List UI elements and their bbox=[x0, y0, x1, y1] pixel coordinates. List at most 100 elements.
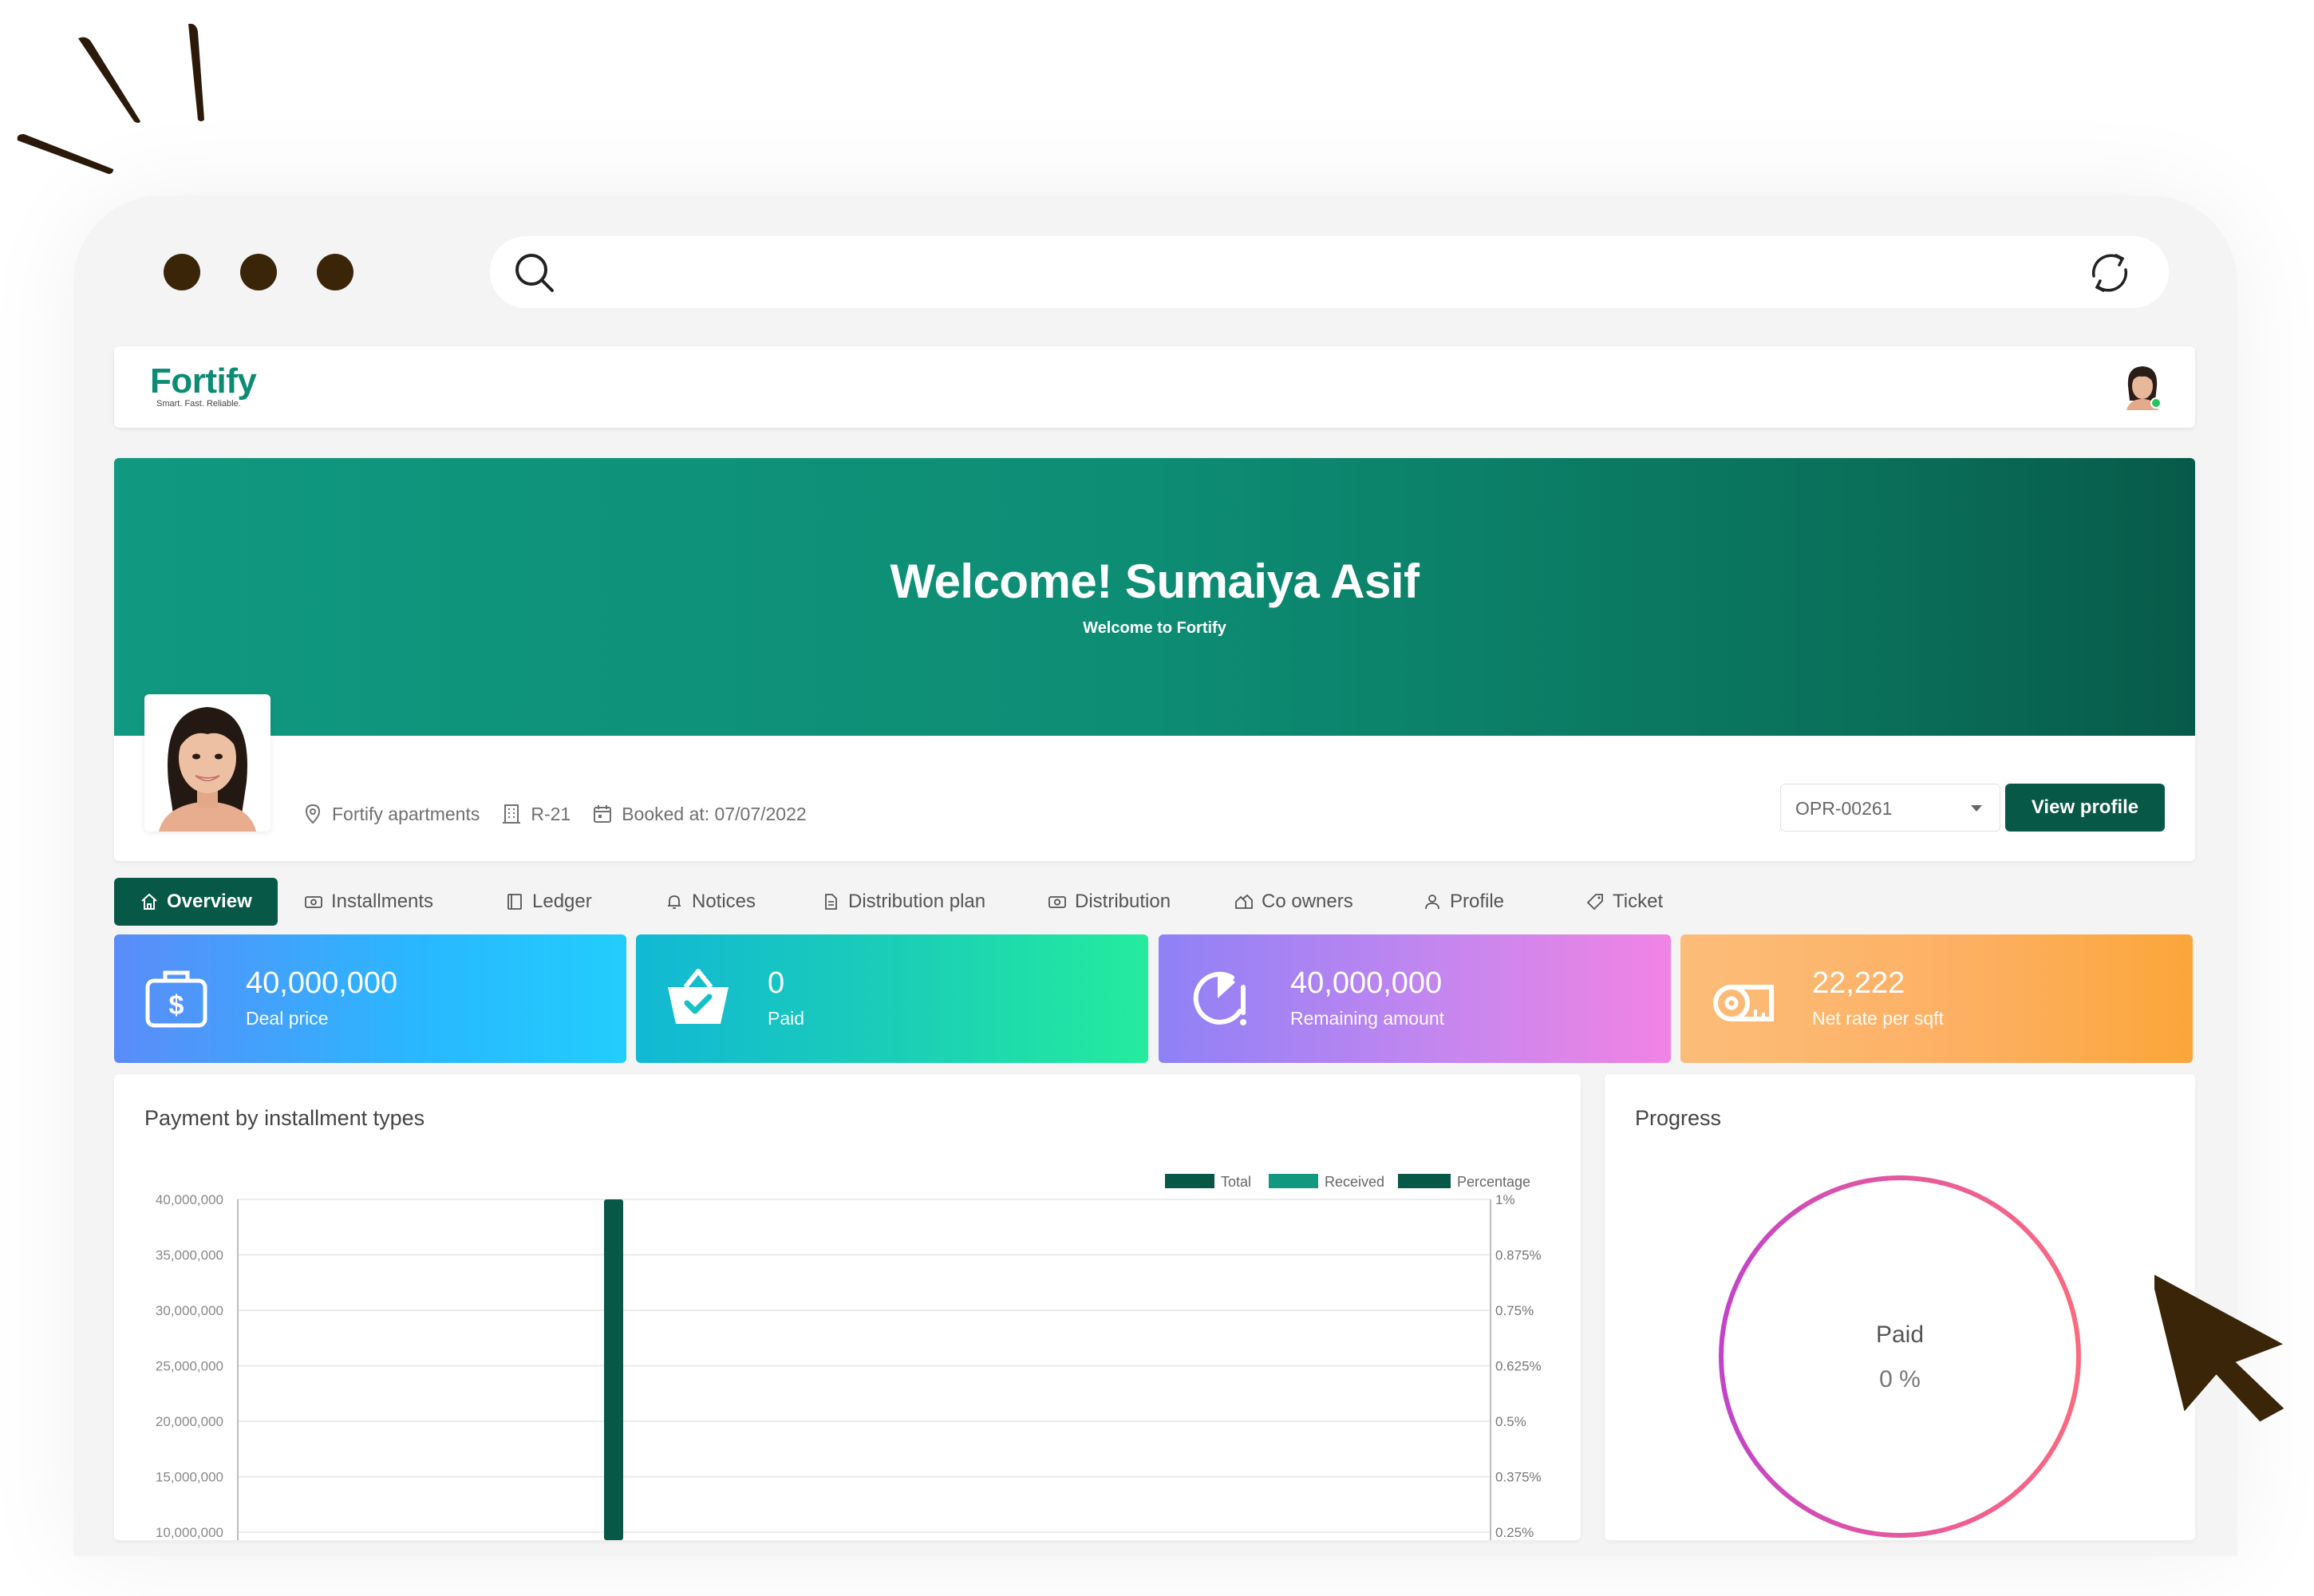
profile-card: Welcome! Sumaiya Asif Welcome to Fortify… bbox=[114, 458, 2195, 861]
stat-value: 22,222 bbox=[1812, 966, 1905, 1000]
address-bar[interactable] bbox=[490, 236, 2169, 308]
search-icon[interactable] bbox=[512, 251, 557, 295]
tab-distribution[interactable]: Distribution bbox=[1048, 878, 1171, 926]
tab-label: Ledger bbox=[532, 891, 592, 912]
user-avatar[interactable] bbox=[2123, 362, 2162, 410]
project-info: Fortify apartments bbox=[302, 803, 480, 825]
measure-tape-icon bbox=[1713, 985, 1774, 1021]
stat-card-remaining: 40,000,000 Remaining amount bbox=[1159, 934, 1671, 1063]
legend-label: Percentage bbox=[1457, 1174, 1530, 1190]
online-status-dot bbox=[2150, 397, 2162, 409]
y-left-tick-label: 30,000,000 bbox=[156, 1303, 223, 1318]
installment-chart-panel: 40,000,000 1% 35,000,000 0.875% 30,000,000 0.… bbox=[114, 1074, 1581, 1540]
y-left-tick-label: 20,000,000 bbox=[156, 1414, 223, 1429]
stat-label: Paid bbox=[768, 1008, 805, 1029]
tab-label: Overview bbox=[167, 891, 252, 912]
money-bag-icon: $ bbox=[145, 970, 207, 1028]
tag-icon bbox=[1586, 894, 1603, 911]
caret-down-icon bbox=[1971, 805, 1982, 812]
progress-ring-track bbox=[1719, 1175, 2081, 1538]
bell-icon bbox=[668, 895, 681, 909]
legend-label: Received bbox=[1325, 1174, 1384, 1190]
welcome-subtitle: Welcome to Fortify bbox=[1083, 619, 1226, 637]
stat-label: Net rate per sqft bbox=[1812, 1008, 1944, 1029]
tab-label: Profile bbox=[1450, 891, 1505, 912]
app-header: Fortify Smart. Fast. Reliable. bbox=[114, 346, 2195, 428]
tab-co-owners[interactable]: Co owners bbox=[1234, 878, 1353, 926]
stat-card-paid: 0 Paid bbox=[636, 934, 1148, 1063]
y-right-tick-label: 0.75% bbox=[1495, 1303, 1534, 1318]
unit-info: R-21 bbox=[500, 803, 571, 825]
basket-check-icon bbox=[668, 969, 729, 1024]
bar-total bbox=[604, 1199, 623, 1540]
camera-icon bbox=[1048, 896, 1066, 908]
y-right-tick-label: 0.25% bbox=[1495, 1525, 1534, 1540]
legend-label: Total bbox=[1221, 1174, 1251, 1190]
y-left-tick-label: 25,000,000 bbox=[156, 1359, 223, 1374]
tab-ticket[interactable]: Ticket bbox=[1585, 878, 1663, 926]
profile-photo bbox=[144, 694, 270, 832]
booking-info: Booked at: 07/07/2022 bbox=[591, 803, 807, 825]
y-right-tick-label: 0.875% bbox=[1495, 1248, 1542, 1263]
legend-swatch bbox=[1398, 1174, 1451, 1188]
window-dot[interactable] bbox=[240, 254, 277, 290]
refresh-icon[interactable] bbox=[2084, 247, 2135, 298]
tab-ledger[interactable]: Ledger bbox=[505, 878, 592, 926]
tab-label: Distribution plan bbox=[848, 891, 986, 912]
progress-center-label: Paid bbox=[1876, 1321, 1924, 1348]
y-left-tick-label: 40,000,000 bbox=[156, 1192, 223, 1207]
tab-overview[interactable]: Overview bbox=[114, 878, 278, 926]
pie-alert-icon bbox=[1193, 971, 1246, 1025]
window-dot[interactable] bbox=[317, 254, 353, 290]
legend-swatch bbox=[1165, 1174, 1214, 1188]
view-profile-button[interactable]: View profile bbox=[2005, 784, 2165, 832]
document-icon bbox=[825, 894, 837, 910]
booking-date: Booked at: 07/07/2022 bbox=[622, 803, 807, 824]
tab-label: Ticket bbox=[1613, 891, 1664, 912]
tab-notices[interactable]: Notices bbox=[665, 878, 756, 926]
location-pin-icon bbox=[305, 804, 321, 824]
tab-label: Notices bbox=[692, 891, 756, 912]
project-name: Fortify apartments bbox=[332, 803, 480, 824]
stat-value: 0 bbox=[768, 966, 785, 1000]
tab-label: Distribution bbox=[1075, 891, 1171, 912]
cash-icon bbox=[305, 896, 322, 908]
logo-text: Fortify bbox=[150, 361, 257, 401]
y-right-tick-label: 1% bbox=[1495, 1192, 1515, 1207]
book-icon bbox=[507, 894, 522, 910]
unit-meta: Fortify apartments R-21 Booked at: 07/07… bbox=[302, 803, 807, 825]
home-icon bbox=[141, 893, 157, 910]
stat-card-net-rate: 22,222 Net rate per sqft bbox=[1680, 934, 2193, 1063]
y-right-tick-label: 0.5% bbox=[1495, 1414, 1526, 1429]
unit-number: R-21 bbox=[531, 803, 571, 824]
svg-text:$: $ bbox=[169, 990, 184, 1021]
window-dot[interactable] bbox=[164, 254, 200, 290]
file-select-value: OPR-00261 bbox=[1795, 798, 1893, 819]
y-left-tick-label: 15,000,000 bbox=[156, 1470, 223, 1485]
stat-value: 40,000,000 bbox=[1290, 966, 1443, 1000]
tab-installments[interactable]: Installments bbox=[304, 878, 433, 926]
tab-label: Co owners bbox=[1262, 891, 1353, 912]
progress-center-value: 0 % bbox=[1879, 1366, 1921, 1393]
stat-value: 40,000,000 bbox=[246, 966, 398, 1000]
window-controls bbox=[164, 254, 353, 290]
y-right-tick-label: 0.375% bbox=[1495, 1470, 1542, 1485]
user-icon bbox=[1425, 895, 1439, 910]
chart-title: Payment by installment types bbox=[144, 1106, 425, 1130]
tab-profile[interactable]: Profile bbox=[1423, 878, 1504, 926]
progress-panel: Progress Paid 0 % bbox=[1605, 1074, 2195, 1540]
logo[interactable]: Fortify Smart. Fast. Reliable. bbox=[150, 361, 257, 409]
y-left-tick-label: 35,000,000 bbox=[156, 1248, 223, 1263]
legend-swatch bbox=[1269, 1174, 1318, 1188]
tab-distribution-plan[interactable]: Distribution plan bbox=[821, 878, 985, 926]
tab-bar: Overview Installments Ledger Notices Dis… bbox=[114, 878, 2195, 926]
installment-chart: 40,000,000 1% 35,000,000 0.875% 30,000,000 0.… bbox=[156, 1174, 1542, 1540]
calendar-icon bbox=[594, 805, 612, 823]
mouse-pointer-icon bbox=[2154, 1272, 2284, 1422]
welcome-title: Welcome! Sumaiya Asif bbox=[890, 555, 1420, 608]
building-icon bbox=[503, 804, 521, 824]
tab-label: Installments bbox=[331, 891, 434, 912]
file-select[interactable]: OPR-00261 bbox=[1780, 784, 2000, 832]
decorative-sparks bbox=[17, 23, 204, 174]
stat-label: Remaining amount bbox=[1290, 1008, 1445, 1029]
